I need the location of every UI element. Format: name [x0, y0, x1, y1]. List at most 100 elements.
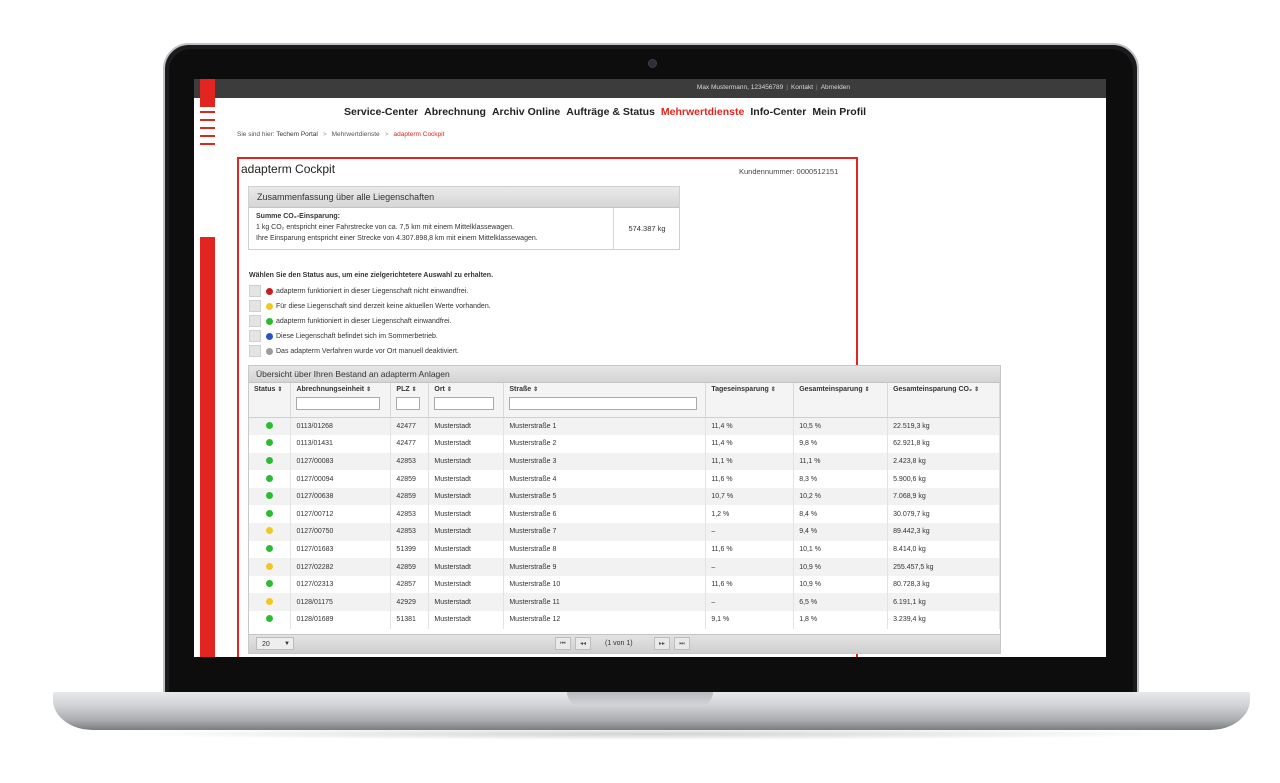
cell-strasse: Musterstraße 9	[503, 558, 707, 576]
anlagen-table: Übersicht über Ihren Bestand an adapterm…	[248, 365, 1001, 654]
status-dot-icon	[266, 421, 273, 429]
cell-co2: 62.921,8 kg	[887, 435, 1000, 453]
cell-strasse: Musterstraße 12	[503, 611, 707, 629]
column-header[interactable]: PLZ ⇕	[390, 383, 430, 418]
cell-ort: Musterstadt	[428, 452, 505, 471]
cell-co2: 7.068,9 kg	[887, 487, 1000, 506]
status-checkbox[interactable]	[249, 285, 261, 297]
nav-item-info-center[interactable]: Info-Center	[750, 106, 806, 118]
table-row[interactable]: 0127/00750 42853 Musterstadt Musterstraße 7…	[249, 523, 1000, 541]
column-filter-input[interactable]	[396, 397, 421, 410]
sort-icon[interactable]: ⇕	[366, 387, 371, 393]
cell-unit: 0113/01268	[290, 417, 392, 436]
table-row[interactable]: 0127/00094 42859 Musterstadt Musterstraße 4…	[249, 470, 1000, 488]
table-row[interactable]: 0127/00712 42853 Musterstadt Musterstraße 6…	[249, 505, 1000, 524]
cell-plz: 42477	[390, 417, 430, 436]
nav-item-service-center[interactable]: Service-Center	[344, 106, 418, 118]
sort-icon[interactable]: ⇕	[771, 387, 776, 393]
page-info: (1 von 1)	[605, 640, 633, 647]
status-dot-icon	[266, 580, 273, 588]
prev-page-button[interactable]: ◂◂	[575, 637, 591, 650]
breadcrumb-item-mehrwertdienste[interactable]: Mehrwertdienste	[332, 131, 380, 138]
status-checkbox[interactable]	[249, 330, 261, 342]
cell-plz: 42853	[390, 452, 430, 471]
sort-icon[interactable]: ⇕	[974, 387, 979, 393]
column-header[interactable]: Gesamteinsparung CO₂ ⇕	[887, 383, 1000, 418]
status-cell	[249, 593, 292, 612]
nav-item-archiv-online[interactable]: Archiv Online	[492, 106, 560, 118]
column-header[interactable]: Gesamteinsparung ⇕	[793, 383, 889, 418]
breadcrumb-prefix: Sie sind hier:	[237, 131, 275, 138]
user-info: Max Mustermann, 123456789	[696, 84, 784, 91]
table-row[interactable]: 0113/01268 42477 Musterstadt Musterstraße 1…	[249, 417, 1000, 436]
table-row[interactable]: 0127/02282 42859 Musterstadt Musterstraße 9…	[249, 558, 1000, 576]
cell-tag: 11,4 %	[705, 417, 795, 436]
status-label: Für diese Liegenschaft sind derzeit kein…	[276, 302, 491, 310]
table-row[interactable]: 0127/00638 42859 Musterstadt Musterstraße 5…	[249, 487, 1000, 506]
column-header-label: Gesamteinsparung CO₂	[893, 386, 973, 393]
table-row[interactable]: 0127/00083 42853 Musterstadt Musterstraße 3…	[249, 452, 1000, 471]
first-page-button[interactable]: ⏮	[555, 637, 571, 650]
chevron-down-icon: ▼	[284, 641, 290, 647]
cell-ort: Musterstadt	[428, 540, 505, 559]
cell-unit: 0127/02282	[290, 558, 392, 576]
cell-strasse: Musterstraße 1	[503, 417, 707, 436]
sort-icon[interactable]: ⇕	[277, 387, 282, 393]
column-filter-input[interactable]	[434, 397, 495, 410]
breadcrumb-item-portal[interactable]: Techem Portal	[276, 131, 318, 138]
status-label: adapterm funktioniert in dieser Liegensc…	[276, 287, 469, 295]
cell-strasse: Musterstraße 4	[503, 470, 707, 488]
cell-unit: 0127/00083	[290, 452, 392, 471]
cell-plz: 42929	[390, 593, 430, 612]
cell-tag: 11,6 %	[705, 470, 795, 488]
table-row[interactable]: 0127/01683 51399 Musterstadt Musterstraße 8…	[249, 540, 1000, 559]
sort-icon[interactable]: ⇕	[412, 387, 417, 393]
table-row[interactable]: 0128/01689 51381 Musterstadt Musterstraße 1…	[249, 611, 1000, 629]
column-header[interactable]: Abrechnungseinheit ⇕	[290, 383, 392, 418]
cell-ort: Musterstadt	[428, 505, 505, 524]
sort-icon[interactable]: ⇕	[447, 387, 452, 393]
status-cell	[249, 452, 292, 471]
logout-link[interactable]: Abmelden	[821, 84, 850, 91]
column-header[interactable]: Ort ⇕	[428, 383, 505, 418]
cell-co2: 3.239,4 kg	[887, 611, 1000, 629]
page-size-select[interactable]: 20 ▼	[256, 637, 294, 650]
status-dot-icon	[266, 474, 273, 482]
sort-icon[interactable]: ⇕	[865, 387, 870, 393]
status-label: Das adapterm Verfahren wurde vor Ort man…	[276, 347, 459, 355]
contact-link[interactable]: Kontakt	[791, 84, 813, 91]
cell-plz: 42857	[390, 575, 430, 594]
status-checkbox[interactable]	[249, 300, 261, 312]
table-row[interactable]: 0113/01431 42477 Musterstadt Musterstraße 2…	[249, 435, 1000, 453]
cell-unit: 0127/00094	[290, 470, 392, 488]
nav-item-mehrwertdienste[interactable]: Mehrwertdienste	[661, 106, 744, 118]
column-header[interactable]: Tageseinsparung ⇕	[705, 383, 795, 418]
status-cell	[249, 487, 292, 506]
table-row[interactable]: 0128/01175 42929 Musterstadt Musterstraße 1…	[249, 593, 1000, 612]
nav-item-mein-profil[interactable]: Mein Profil	[812, 106, 866, 118]
column-header[interactable]: Straße ⇕	[503, 383, 707, 418]
cell-gesamt: 9,4 %	[793, 523, 889, 541]
column-filter-input[interactable]	[296, 397, 381, 410]
status-dot-icon	[266, 347, 273, 355]
nav-item-aufträge-status[interactable]: Aufträge & Status	[566, 106, 655, 118]
nav-item-abrechnung[interactable]: Abrechnung	[424, 106, 486, 118]
status-checkbox[interactable]	[249, 345, 261, 357]
next-page-button[interactable]: ▸▸	[654, 637, 670, 650]
cell-ort: Musterstadt	[428, 417, 505, 436]
cell-co2: 80.728,3 kg	[887, 575, 1000, 594]
cell-plz: 42859	[390, 487, 430, 506]
status-cell	[249, 523, 292, 541]
sort-icon[interactable]: ⇕	[533, 387, 538, 393]
status-cell	[249, 417, 292, 436]
last-page-button[interactable]: ⏭	[674, 637, 690, 650]
customer-number: Kundennummer: 0000512151	[739, 167, 839, 176]
menu-icon[interactable]	[200, 107, 215, 147]
column-header[interactable]: Status ⇕	[249, 383, 292, 418]
status-checkbox[interactable]	[249, 315, 261, 327]
table-row[interactable]: 0127/02313 42857 Musterstadt Musterstraße 1…	[249, 575, 1000, 594]
column-filter-input[interactable]	[509, 397, 698, 410]
cell-strasse: Musterstraße 7	[503, 523, 707, 541]
status-dot-icon	[266, 332, 273, 340]
status-dot-icon	[266, 456, 273, 464]
